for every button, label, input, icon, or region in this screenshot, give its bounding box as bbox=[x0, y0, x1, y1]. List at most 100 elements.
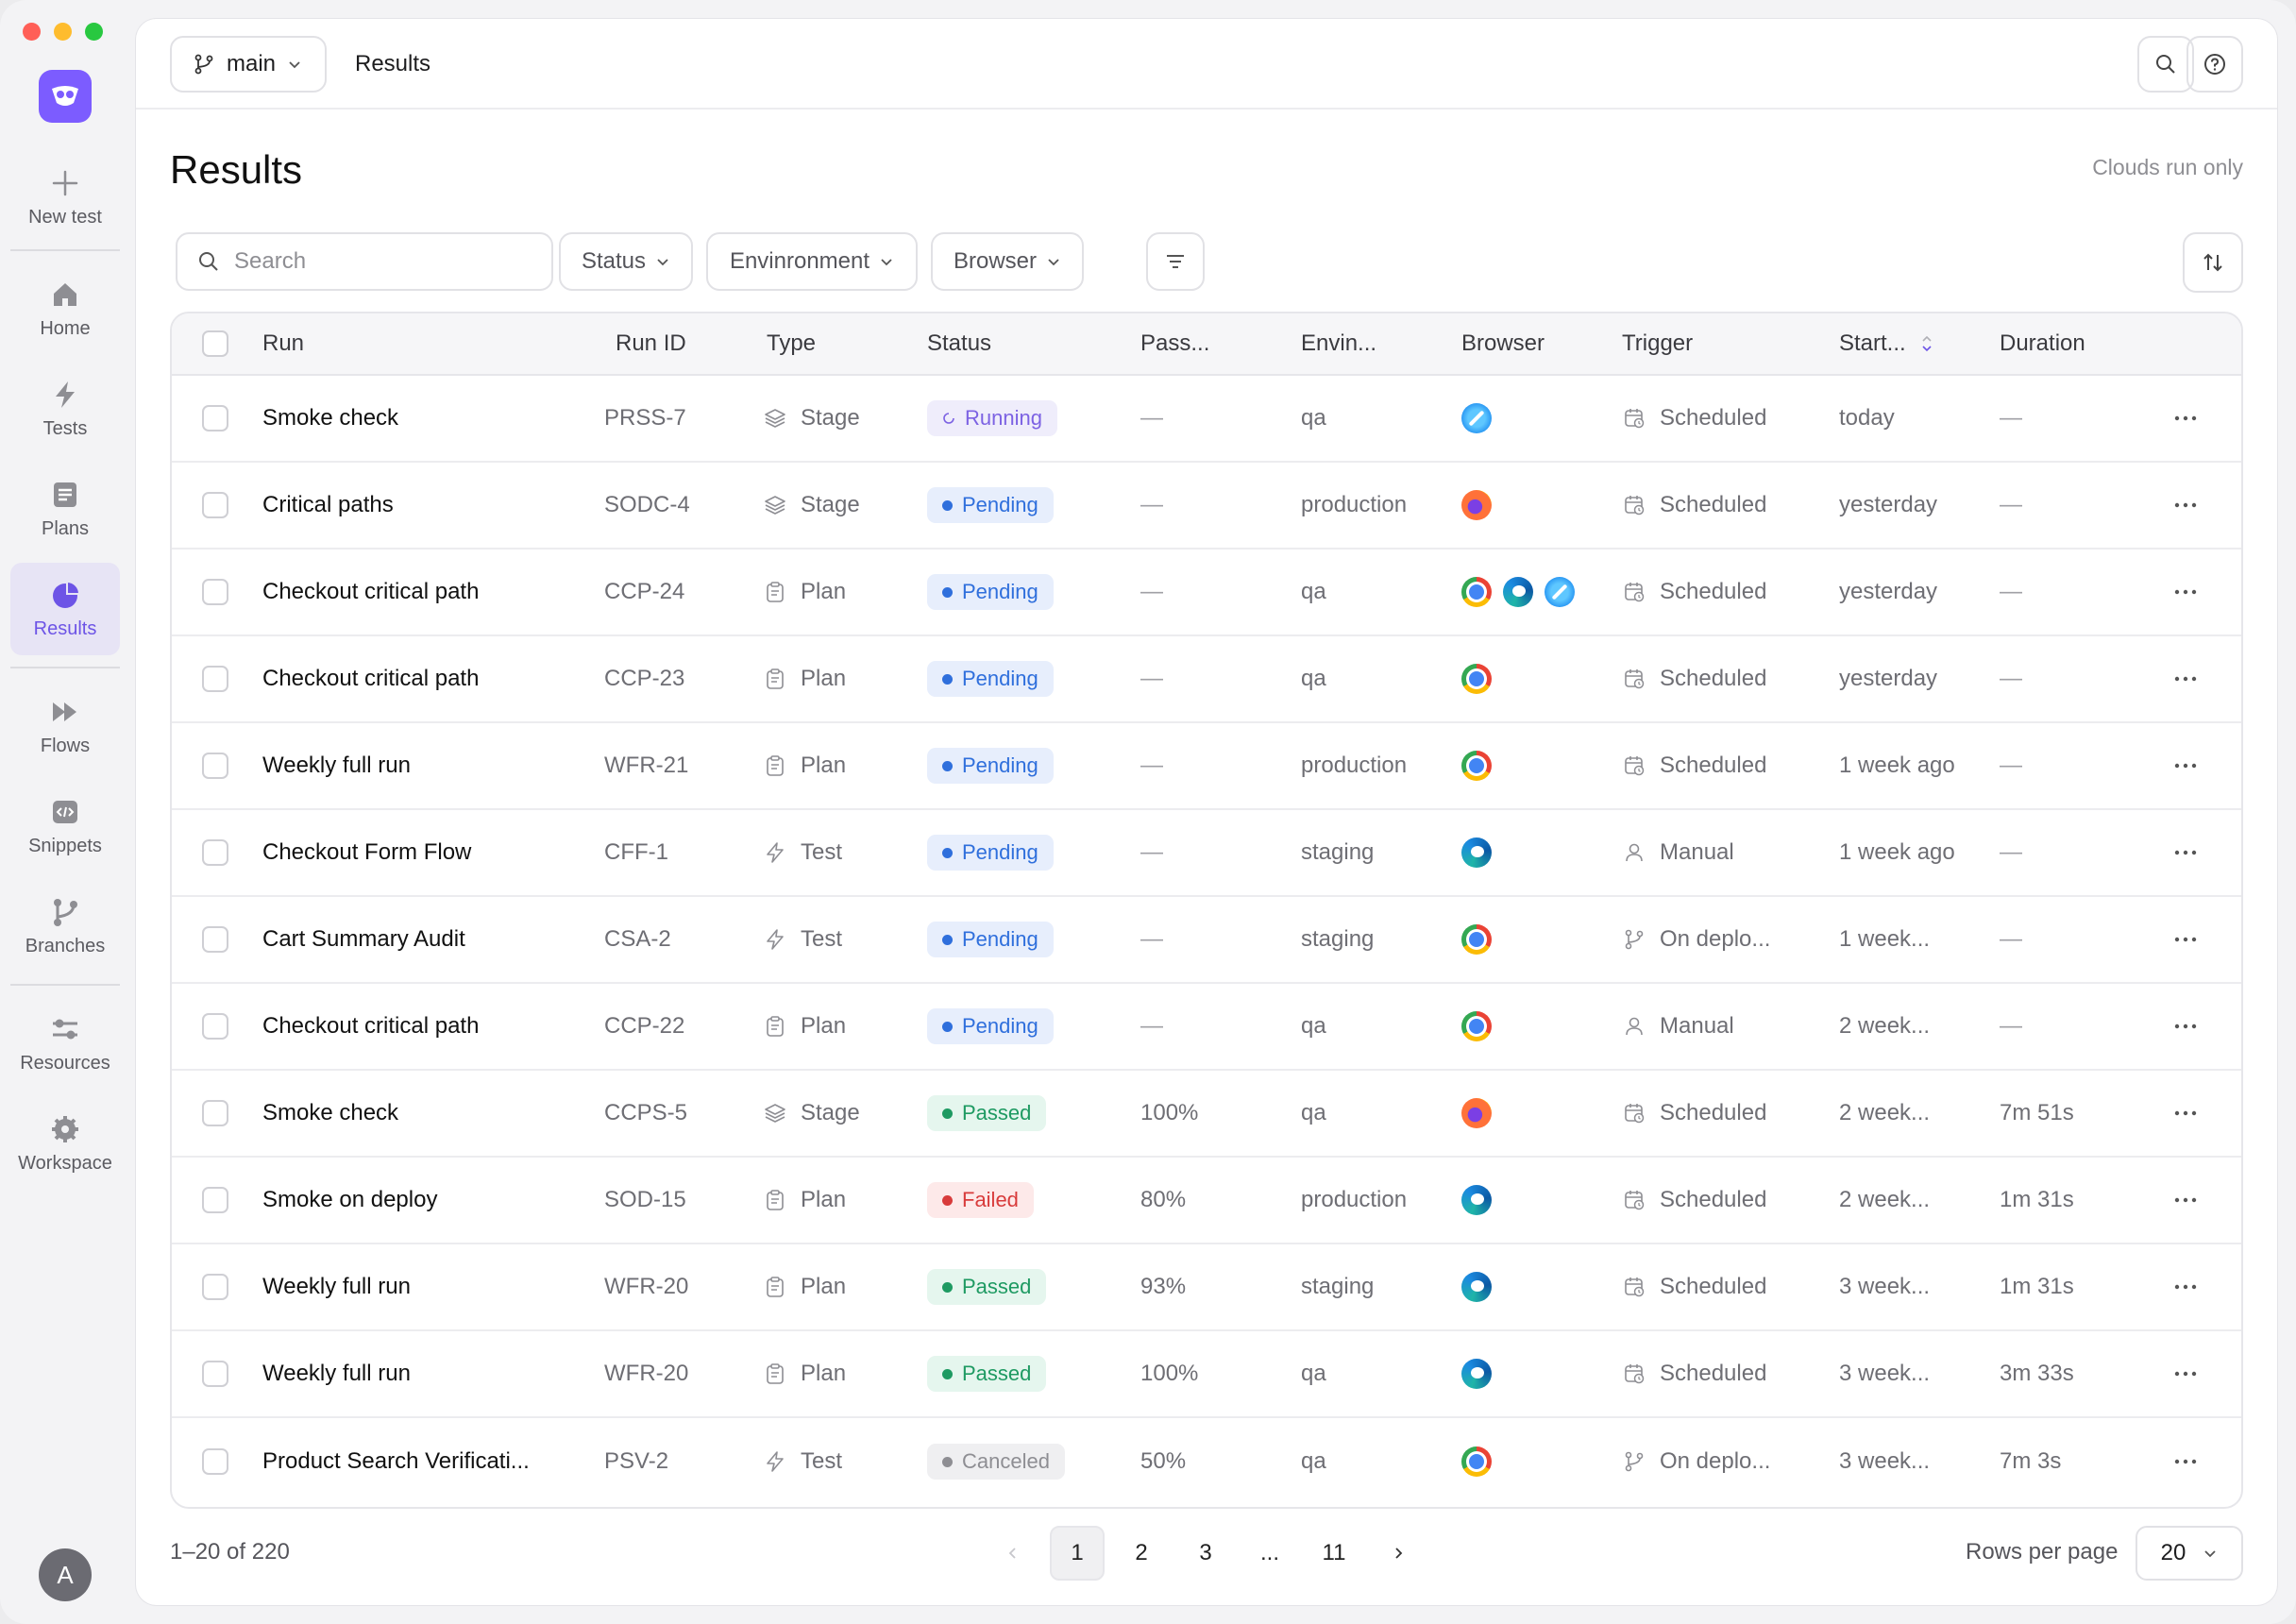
row-checkbox[interactable] bbox=[202, 1100, 228, 1126]
row-actions-button[interactable] bbox=[2173, 984, 2198, 1069]
help-button[interactable] bbox=[2186, 36, 2243, 93]
column-header-pass[interactable]: Pass... bbox=[1140, 313, 1209, 374]
select-all-checkbox[interactable] bbox=[202, 330, 228, 357]
row-checkbox[interactable] bbox=[202, 405, 228, 431]
trigger-label: Scheduled bbox=[1660, 1100, 1767, 1125]
row-actions-button[interactable] bbox=[2173, 723, 2198, 808]
row-actions-button[interactable] bbox=[2173, 1158, 2198, 1243]
search-input[interactable]: Search bbox=[176, 232, 553, 291]
column-header-start[interactable]: Start... bbox=[1839, 313, 1934, 374]
row-actions-button[interactable] bbox=[2173, 1418, 2198, 1505]
column-header-duration[interactable]: Duration bbox=[2000, 313, 2085, 374]
table-row[interactable]: Smoke check PRSS-7 Stage Running — qa Schedule… bbox=[172, 376, 2241, 463]
column-header-type[interactable]: Type bbox=[767, 313, 816, 374]
next-page-button[interactable] bbox=[1371, 1526, 1426, 1581]
run-name[interactable]: Checkout Form Flow bbox=[262, 810, 471, 895]
avatar[interactable]: A bbox=[39, 1548, 92, 1601]
row-checkbox[interactable] bbox=[202, 579, 228, 605]
search-button[interactable] bbox=[2137, 36, 2194, 93]
run-name[interactable]: Weekly full run bbox=[262, 723, 411, 808]
run-name[interactable]: Checkout critical path bbox=[262, 984, 479, 1069]
table-row[interactable]: Critical paths SODC-4 Stage Pending — product… bbox=[172, 463, 2241, 550]
sidebar-item-snippets[interactable]: Snippets bbox=[10, 780, 120, 872]
row-checkbox[interactable] bbox=[202, 926, 228, 953]
close-window-button[interactable] bbox=[23, 23, 41, 41]
row-actions-button[interactable] bbox=[2173, 810, 2198, 895]
row-actions-button[interactable] bbox=[2173, 1071, 2198, 1156]
maximize-window-button[interactable] bbox=[85, 23, 103, 41]
row-checkbox[interactable] bbox=[202, 1013, 228, 1040]
sort-button[interactable] bbox=[2183, 232, 2243, 293]
app-logo[interactable] bbox=[39, 70, 92, 123]
column-header-run-id[interactable]: Run ID bbox=[616, 313, 686, 374]
table-row[interactable]: Smoke check CCPS-5 Stage Passed 100% qa Schedu… bbox=[172, 1071, 2241, 1158]
run-name[interactable]: Cart Summary Audit bbox=[262, 897, 465, 982]
row-checkbox[interactable] bbox=[202, 1448, 228, 1475]
row-actions-button[interactable] bbox=[2173, 376, 2198, 461]
prev-page-button[interactable] bbox=[986, 1526, 1040, 1581]
column-header-status[interactable]: Status bbox=[927, 313, 991, 374]
page-button[interactable]: 3 bbox=[1178, 1526, 1233, 1581]
table-row[interactable]: Smoke on deploy SOD-15 Plan Failed 80% produc… bbox=[172, 1158, 2241, 1244]
new-test-button[interactable]: New test bbox=[10, 151, 120, 244]
row-actions-button[interactable] bbox=[2173, 1244, 2198, 1329]
column-header-browser[interactable]: Browser bbox=[1461, 313, 1545, 374]
sidebar-item-resources[interactable]: Resources bbox=[10, 997, 120, 1090]
sidebar-item-flows[interactable]: Flows bbox=[10, 680, 120, 772]
row-checkbox[interactable] bbox=[202, 1274, 228, 1300]
table-row[interactable]: Weekly full run WFR-21 Plan Pending — product… bbox=[172, 723, 2241, 810]
row-checkbox[interactable] bbox=[202, 1187, 228, 1213]
row-actions-button[interactable] bbox=[2173, 897, 2198, 982]
page-button[interactable]: 11 bbox=[1307, 1526, 1361, 1581]
table-row[interactable]: Checkout critical path CCP-23 Plan Pending —… bbox=[172, 636, 2241, 723]
run-name[interactable]: Smoke check bbox=[262, 376, 398, 461]
run-name[interactable]: Smoke check bbox=[262, 1071, 398, 1156]
minimize-window-button[interactable] bbox=[54, 23, 72, 41]
sidebar-item-plans[interactable]: Plans bbox=[10, 463, 120, 555]
run-name[interactable]: Critical paths bbox=[262, 463, 394, 548]
table-row[interactable]: Checkout critical path CCP-22 Plan Pending —… bbox=[172, 984, 2241, 1071]
table-row[interactable]: Cart Summary Audit CSA-2 Test Pending — stagi… bbox=[172, 897, 2241, 984]
sidebar-item-home[interactable]: Home bbox=[10, 262, 120, 355]
chevron-down-icon bbox=[657, 259, 668, 266]
column-header-environment[interactable]: Envin... bbox=[1301, 313, 1376, 374]
browsers bbox=[1461, 984, 1492, 1069]
row-actions-button[interactable] bbox=[2173, 550, 2198, 634]
select-cell bbox=[202, 636, 228, 721]
row-checkbox[interactable] bbox=[202, 492, 228, 518]
page-button[interactable]: 1 bbox=[1050, 1526, 1105, 1581]
run-name[interactable]: Weekly full run bbox=[262, 1331, 411, 1416]
rows-per-page-select[interactable]: 20 bbox=[2136, 1526, 2243, 1581]
sidebar: New test Home Tests Plans Results Flows … bbox=[0, 57, 130, 1624]
row-checkbox[interactable] bbox=[202, 666, 228, 692]
column-header-trigger[interactable]: Trigger bbox=[1622, 313, 1693, 374]
column-header-run[interactable]: Run bbox=[262, 313, 304, 374]
table-row[interactable]: Checkout critical path CCP-24 Plan Pending —… bbox=[172, 550, 2241, 636]
row-actions-button[interactable] bbox=[2173, 636, 2198, 721]
sidebar-item-branches[interactable]: Branches bbox=[10, 880, 120, 973]
row-checkbox[interactable] bbox=[202, 839, 228, 866]
clouds-run-only-toggle[interactable]: Clouds run only bbox=[2092, 155, 2243, 180]
status-filter[interactable]: Status bbox=[559, 232, 693, 291]
row-actions-button[interactable] bbox=[2173, 1331, 2198, 1416]
branch-selector[interactable]: main bbox=[170, 36, 327, 93]
table-row[interactable]: Weekly full run WFR-20 Plan Passed 93% stagin… bbox=[172, 1244, 2241, 1331]
row-checkbox[interactable] bbox=[202, 1361, 228, 1387]
table-row[interactable]: Weekly full run WFR-20 Plan Passed 100% qa Sch… bbox=[172, 1331, 2241, 1418]
table-row[interactable]: Product Search Verificati... PSV-2 Test Can… bbox=[172, 1418, 2241, 1505]
run-name[interactable]: Smoke on deploy bbox=[262, 1158, 437, 1243]
sidebar-item-tests[interactable]: Tests bbox=[10, 363, 120, 455]
table-row[interactable]: Checkout Form Flow CFF-1 Test Pending — stagi… bbox=[172, 810, 2241, 897]
row-checkbox[interactable] bbox=[202, 753, 228, 779]
sidebar-item-results[interactable]: Results bbox=[10, 563, 120, 655]
run-name[interactable]: Checkout critical path bbox=[262, 550, 479, 634]
run-name[interactable]: Checkout critical path bbox=[262, 636, 479, 721]
run-name[interactable]: Product Search Verificati... bbox=[262, 1418, 530, 1505]
page-button[interactable]: 2 bbox=[1114, 1526, 1169, 1581]
row-actions-button[interactable] bbox=[2173, 463, 2198, 548]
environment-filter[interactable]: Envinronment bbox=[706, 232, 918, 291]
more-filters-button[interactable] bbox=[1146, 232, 1205, 291]
sidebar-item-workspace[interactable]: Workspace bbox=[10, 1097, 120, 1190]
run-name[interactable]: Weekly full run bbox=[262, 1244, 411, 1329]
browser-filter[interactable]: Browser bbox=[931, 232, 1084, 291]
